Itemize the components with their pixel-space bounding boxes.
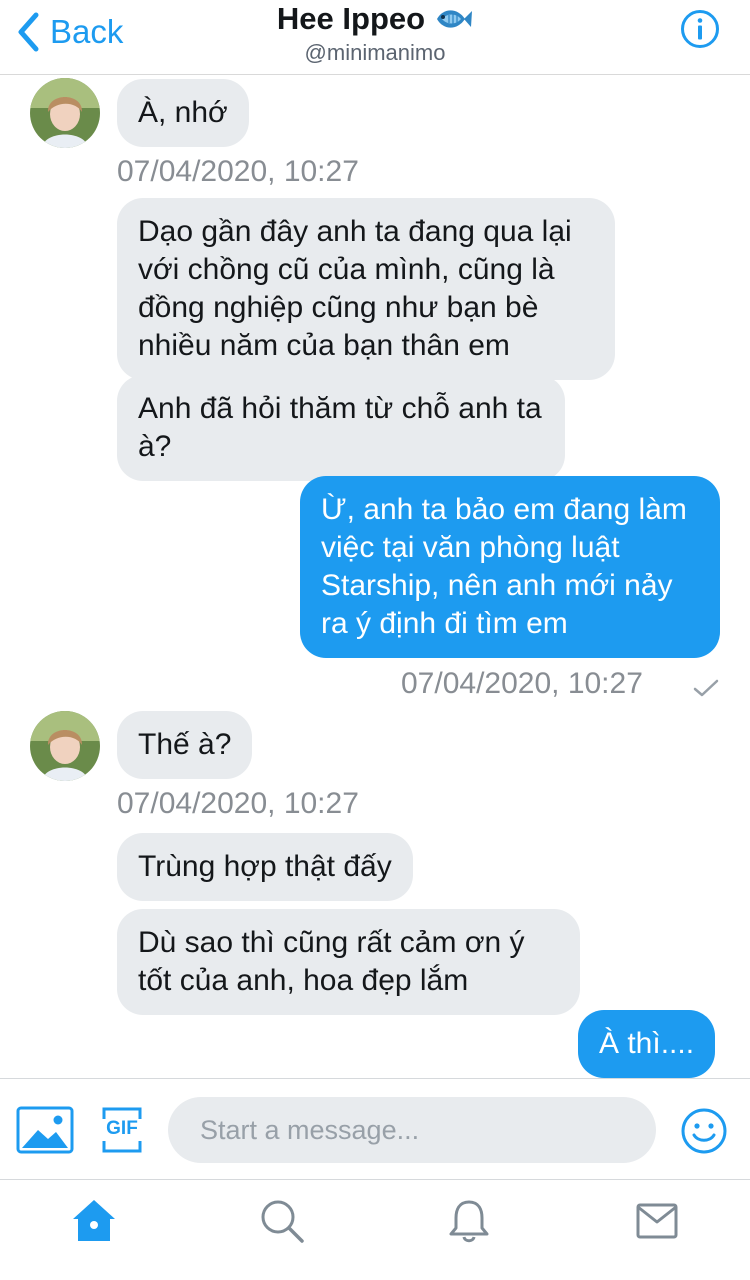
check-icon [693,679,719,697]
message-bubble[interactable]: Ừ, anh ta bảo em đang làm việc tại văn p… [300,476,720,658]
messages-icon [636,1203,678,1239]
message-composer: GIF [0,1078,750,1180]
image-icon [16,1106,74,1154]
conversation-handle: @minimanimo [304,40,446,65]
info-button[interactable] [680,9,720,49]
message-bubble[interactable]: À, nhớ [117,79,249,147]
emoji-icon [681,1108,727,1154]
search-icon [261,1200,304,1243]
tab-search[interactable] [259,1198,305,1244]
add-media-button[interactable] [16,1106,74,1154]
message-bubble[interactable]: Trùng hợp thật đấy [117,833,413,901]
bottom-tab-bar [0,1180,750,1280]
message-timestamp: 07/04/2020, 10:27 [117,787,359,820]
home-icon [73,1200,115,1241]
conversation-header: Back Hee Ippeo @minimanimo [0,0,750,75]
gif-button[interactable]: GIF [102,1107,142,1153]
emoji-button[interactable] [680,1107,728,1155]
fish-icon [435,6,473,32]
avatar[interactable] [30,711,100,781]
avatar[interactable] [30,78,100,148]
gif-label: GIF [106,1118,138,1139]
message-bubble[interactable]: Anh đã hỏi thăm từ chỗ anh ta à? [117,375,565,481]
notifications-icon [449,1200,489,1243]
info-icon [681,10,719,48]
message-input[interactable] [168,1097,656,1163]
message-bubble[interactable]: À thì.... [578,1010,716,1078]
conversation-title: Hee Ippeo [276,1,426,36]
tab-notifications[interactable] [446,1198,492,1244]
tab-home[interactable] [71,1198,117,1244]
message-bubble[interactable]: Dù sao thì cũng rất cảm ơn ý tốt của anh… [117,909,580,1015]
tab-messages[interactable] [634,1198,680,1244]
message-bubble[interactable]: Thế à? [117,711,253,779]
header-title-block: Hee Ippeo @minimanimo [0,0,750,66]
message-timestamp: 07/04/2020, 10:27 [117,155,359,188]
message-timestamp: 07/04/2020, 10:27 [401,667,643,700]
message-bubble[interactable]: Dạo gần đây anh ta đang qua lại với chồn… [117,198,615,380]
message-thread[interactable]: À, nhớ 07/04/2020, 10:27 Dạo gần đây anh… [0,75,750,1078]
